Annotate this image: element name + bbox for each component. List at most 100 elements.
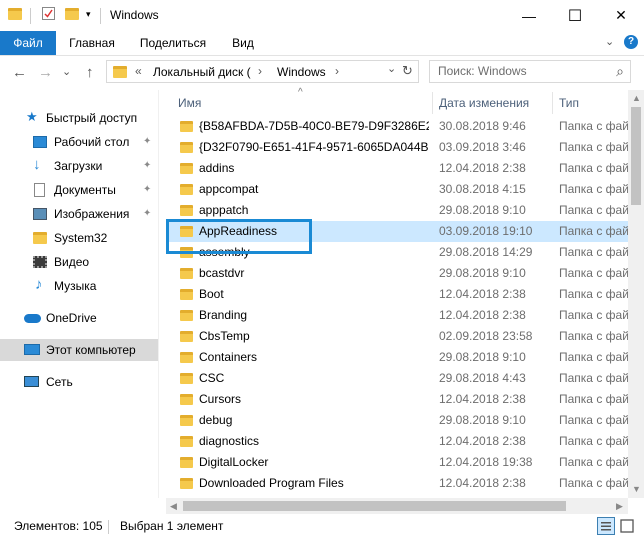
column-divider[interactable]: [432, 92, 433, 114]
file-type: Папка с фай: [559, 161, 628, 175]
close-button[interactable]: ✕: [598, 0, 644, 31]
sidebar-item-video[interactable]: Видео: [0, 251, 158, 273]
sidebar-item-system32[interactable]: System32: [0, 227, 158, 249]
pin-icon: ✦: [143, 136, 152, 147]
file-row[interactable]: Cursors 12.04.2018 2:38 Папка с фай: [166, 389, 628, 410]
sidebar-item-label: Изображения: [54, 207, 130, 221]
file-row[interactable]: Containers 29.08.2018 9:10 Папка с фай: [166, 347, 628, 368]
address-separator[interactable]: ›: [335, 64, 339, 78]
forward-button[interactable]: →: [38, 64, 53, 81]
tab-share[interactable]: Поделиться: [134, 31, 212, 55]
file-type: Папка с фай: [559, 287, 628, 301]
search-input[interactable]: Поиск: Windows ⌕: [429, 60, 631, 83]
file-name: Cursors: [199, 392, 242, 406]
file-row[interactable]: Boot 12.04.2018 2:38 Папка с фай: [166, 284, 628, 305]
sidebar-item-quick-access[interactable]: ★ Быстрый доступ: [0, 107, 158, 129]
properties-icon[interactable]: [42, 7, 55, 20]
column-type[interactable]: Тип: [559, 96, 579, 110]
file-date: 29.08.2018 9:10: [439, 203, 526, 217]
folder-icon: [8, 8, 22, 20]
star-icon: ★: [26, 109, 38, 124]
sidebar-item-downloads[interactable]: ↓ Загрузки ✦: [0, 155, 158, 177]
sidebar-item-pictures[interactable]: Изображения ✦: [0, 203, 158, 225]
tab-view[interactable]: Вид: [226, 31, 260, 55]
sidebar-item-desktop[interactable]: Рабочий стол ✦: [0, 131, 158, 153]
details-view-button[interactable]: [597, 517, 615, 535]
folder-icon: [180, 121, 193, 132]
tab-file[interactable]: Файл: [0, 31, 56, 55]
address-bar[interactable]: « Локальный диск ( › Windows › ⌄ ↻: [106, 60, 419, 83]
sidebar-item-documents[interactable]: Документы ✦: [0, 179, 158, 201]
file-row[interactable]: Downloaded Program Files 12.04.2018 2:38 П…: [166, 473, 628, 494]
address-separator[interactable]: ›: [258, 64, 262, 78]
sidebar-item-label: Документы: [54, 183, 116, 197]
sidebar-item-label: Видео: [54, 255, 90, 269]
column-divider[interactable]: [552, 92, 553, 114]
pictures-icon: [33, 208, 47, 220]
search-placeholder: Поиск: Windows: [438, 64, 527, 78]
scroll-thumb[interactable]: [631, 107, 641, 205]
file-row[interactable]: appcompat 30.08.2018 4:15 Папка с фай: [166, 179, 628, 200]
expand-ribbon-icon[interactable]: ⌄: [605, 35, 614, 48]
horizontal-scrollbar[interactable]: ◀ ▶: [166, 498, 628, 514]
customize-toolbar-icon[interactable]: ▾: [86, 9, 94, 21]
file-row[interactable]: {D32F0790-E651-41F4-9571-6065DA044B8 03.0…: [166, 137, 628, 158]
ribbon-tabs: Файл Главная Поделиться Вид ⌄ ?: [0, 31, 644, 56]
sidebar-item-onedrive[interactable]: OneDrive: [0, 307, 158, 329]
file-row[interactable]: diagnostics 12.04.2018 2:38 Папка с фай: [166, 431, 628, 452]
cloud-icon: [24, 314, 41, 323]
file-row[interactable]: CbsTemp 02.09.2018 23:58 Папка с фай: [166, 326, 628, 347]
file-row[interactable]: apppatch 29.08.2018 9:10 Папка с фай: [166, 200, 628, 221]
scroll-thumb[interactable]: [183, 501, 566, 511]
tab-home[interactable]: Главная: [64, 31, 120, 55]
sidebar-item-this-pc[interactable]: Этот компьютер: [0, 339, 158, 361]
sidebar-item-music[interactable]: ♪ Музыка: [0, 275, 158, 297]
minimize-button[interactable]: —: [506, 0, 552, 31]
folder-icon: [180, 478, 193, 489]
file-name: Boot: [199, 287, 224, 301]
help-icon[interactable]: ?: [624, 35, 638, 49]
address-part-windows[interactable]: Windows: [277, 65, 326, 79]
folder-icon: [113, 66, 127, 78]
scroll-left-icon[interactable]: ◀: [170, 501, 177, 512]
file-row[interactable]: debug 29.08.2018 9:10 Папка с фай: [166, 410, 628, 431]
address-dropdown-button[interactable]: ⌄: [387, 62, 396, 75]
up-button[interactable]: ↑: [86, 64, 94, 81]
file-name: CSC: [199, 371, 225, 385]
computer-icon: [24, 344, 40, 355]
sidebar-item-network[interactable]: Сеть: [0, 371, 158, 393]
file-date: 12.04.2018 19:38: [439, 455, 533, 469]
file-row[interactable]: Branding 12.04.2018 2:38 Папка с фай: [166, 305, 628, 326]
window-title: Windows: [110, 8, 159, 22]
pin-icon: ✦: [143, 208, 152, 219]
file-row[interactable]: DigitalLocker 12.04.2018 19:38 Папка с фай: [166, 452, 628, 473]
column-name[interactable]: Имя: [178, 96, 201, 110]
file-row[interactable]: addins 12.04.2018 2:38 Папка с фай: [166, 158, 628, 179]
tiles-view-button[interactable]: [618, 517, 636, 535]
recent-locations-button[interactable]: ⌄: [62, 65, 71, 78]
scroll-right-icon[interactable]: ▶: [616, 501, 623, 512]
folder-icon: [180, 373, 193, 384]
pin-icon: ✦: [143, 160, 152, 171]
scroll-down-icon[interactable]: ▼: [632, 484, 641, 494]
download-icon: ↓: [33, 156, 41, 173]
file-row[interactable]: bcastdvr 29.08.2018 9:10 Папка с фай: [166, 263, 628, 284]
new-folder-icon[interactable]: [65, 8, 79, 20]
pane-divider[interactable]: [158, 90, 159, 498]
refresh-button[interactable]: ↻: [402, 63, 413, 79]
vertical-scrollbar[interactable]: ▲ ▼: [628, 90, 644, 498]
back-button[interactable]: ←: [12, 64, 27, 81]
file-row[interactable]: CSC 29.08.2018 4:43 Папка с фай: [166, 368, 628, 389]
file-date: 29.08.2018 9:10: [439, 266, 526, 280]
file-date: 12.04.2018 2:38: [439, 392, 526, 406]
address-overflow[interactable]: «: [135, 64, 142, 78]
maximize-button[interactable]: ☐: [552, 0, 598, 31]
scroll-up-icon[interactable]: ▲: [632, 93, 641, 103]
column-date[interactable]: Дата изменения: [439, 96, 529, 110]
file-date: 12.04.2018 2:38: [439, 476, 526, 490]
folder-icon: [180, 163, 193, 174]
address-part-drive[interactable]: Локальный диск (: [153, 65, 251, 79]
status-bar: Элементов: 105 Выбран 1 элемент: [0, 515, 644, 539]
file-row[interactable]: {B58AFBDA-7D5B-40C0-BE79-D9F3286E2... 30.…: [166, 116, 628, 137]
sidebar-item-label: OneDrive: [46, 311, 97, 325]
